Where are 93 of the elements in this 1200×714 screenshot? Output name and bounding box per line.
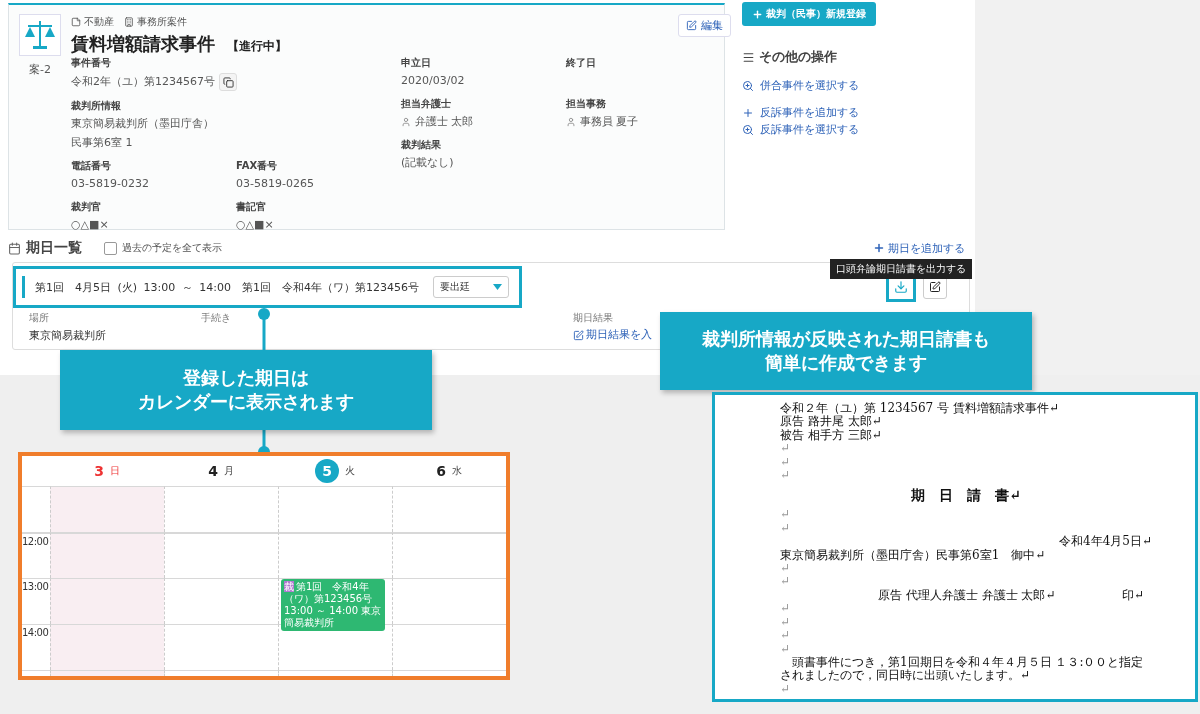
person-icon — [566, 117, 576, 127]
paragraph-mark: ↵ — [780, 508, 791, 522]
calendar-icon — [8, 241, 21, 255]
edit-icon — [686, 20, 697, 31]
day-number[interactable]: 3 — [94, 459, 104, 483]
field-value: (記載なし) — [401, 155, 454, 171]
field-value: 03-5819-0232 — [71, 176, 149, 192]
plus-icon — [742, 106, 754, 119]
document-text: 東京簡易裁判所（墨田庁舎）民事第6室1 御中↵ — [780, 548, 1046, 563]
menu-icon — [742, 50, 755, 64]
caret-icon — [492, 284, 502, 290]
weekday-label: 月 — [223, 464, 234, 478]
paragraph-mark: ↵ — [780, 615, 791, 630]
paragraph-mark: ↵ — [780, 562, 791, 576]
case-tag: 事務所案件 — [124, 15, 187, 29]
detail-label: 場所 — [29, 311, 49, 325]
document-text: 令和２年（ユ）第 1234567 号 賃料増額請求事件↵ — [780, 402, 1059, 416]
result-link[interactable]: 期日結果を入 — [573, 328, 652, 342]
action-link[interactable]: 反訴事件を追加する — [742, 105, 859, 120]
plus-icon — [873, 242, 885, 254]
paragraph-mark: ↵ — [780, 575, 791, 589]
field-label: 事件番号 — [71, 56, 112, 70]
field-value: ○△■× — [71, 217, 109, 233]
document-text: 令和4年4月5日↵ — [1059, 535, 1152, 549]
field-label: 担当事務 — [566, 97, 607, 111]
field-label: 電話番号 — [71, 159, 112, 173]
document-text: 原告 路井尾 太郎↵ — [780, 415, 882, 429]
accent-bar — [22, 276, 25, 298]
callout: 裁判所情報が反映された期日請書も 簡単に作成できます — [660, 312, 1032, 390]
paragraph-mark: ↵ — [780, 455, 791, 470]
action-link[interactable]: 反訴事件を選択する — [742, 122, 859, 137]
field-value: 事務員 夏子 — [580, 114, 639, 130]
field-label: FAX番号 — [236, 159, 279, 173]
section-title: その他の操作 — [759, 48, 837, 66]
edit-button[interactable]: 編集 — [678, 14, 731, 37]
download-icon — [894, 280, 908, 294]
field-value: 2020/03/02 — [401, 73, 465, 89]
paragraph-mark: ↵ — [780, 629, 791, 643]
field-label: 裁判所情報 — [71, 99, 122, 113]
case-tag: 不動産 — [71, 15, 114, 29]
edit-icon — [929, 281, 941, 293]
attendance-select[interactable]: 要出廷 — [432, 276, 509, 298]
weekday-label: 火 — [345, 464, 355, 478]
copy-button[interactable] — [219, 73, 237, 91]
document-text: 頭書事件につき，第1回期日を令和４年４月５日 １３:００と指定されましたので，同日時に出頭いたします。↵ — [780, 655, 1145, 683]
field-value: 03-5819-0265 — [236, 176, 314, 192]
add-link[interactable]: 期日を追加する — [873, 240, 965, 256]
case-id: 案-2 — [29, 62, 51, 77]
search-icon — [742, 79, 754, 92]
detail-value: 東京簡易裁判所 — [29, 328, 106, 343]
callout: 登録した期日は カレンダーに表示されます — [60, 350, 432, 430]
field-label: 裁判官 — [71, 200, 102, 214]
case-status: 【進行中】 — [227, 38, 287, 55]
detail-label: 手続き — [201, 311, 231, 325]
paragraph-mark: ↵ — [780, 442, 791, 456]
document-text: 原告 代理人弁護士 弁護士 太郎↵ — [878, 588, 1056, 603]
paragraph-mark: ↵ — [780, 469, 791, 483]
checkbox[interactable] — [104, 241, 117, 255]
field-value: ○△■× — [236, 217, 274, 233]
action-link[interactable]: 併合事件を選択する — [742, 78, 859, 93]
field-label: 裁判結果 — [401, 138, 442, 152]
field-value: 東京簡易裁判所（墨田庁舎） — [71, 116, 214, 132]
edit-icon — [573, 329, 584, 341]
past-toggle[interactable]: 過去の予定を全て表示 — [104, 241, 222, 255]
copy-icon — [222, 76, 234, 88]
field-value: 令和2年（ユ）第1234567号 — [71, 74, 215, 90]
day-number[interactable]: 6 — [436, 459, 446, 483]
paragraph-mark: ↵ — [780, 521, 791, 536]
plus-icon — [752, 8, 763, 20]
section-title: 期日一覧 — [26, 239, 82, 257]
note-icon — [71, 17, 81, 27]
field-label: 担当弁護士 — [401, 97, 452, 111]
field-value: 弁護士 太郎 — [415, 114, 474, 130]
hearing-text: 第1回 4月5日 (火) 13:00 ～ 14:00 第1回 令和4年（ワ）第123456号 — [35, 279, 419, 295]
field-label: 終了日 — [566, 56, 597, 70]
weekday-label: 水 — [451, 464, 462, 478]
person-icon — [401, 117, 411, 127]
document-title: 期 日 請 書↵ — [911, 486, 1021, 506]
tooltip: 口頭弁論期日請書を出力する — [830, 259, 972, 279]
weekday-label: 日 — [109, 464, 120, 478]
case-title: 賃料増額請求事件 — [71, 32, 215, 56]
field-label: 書記官 — [236, 200, 267, 214]
seal-mark: 印↵ — [1121, 588, 1144, 603]
paragraph-mark: ↵ — [780, 682, 791, 697]
search-icon — [742, 123, 754, 136]
paragraph-mark: ↵ — [780, 642, 791, 656]
detail-label: 期日結果 — [573, 311, 613, 325]
field-value: 民事第6室 1 — [71, 135, 133, 151]
document-text: 被告 相手方 三郎↵ — [780, 428, 882, 443]
building-icon — [124, 17, 134, 27]
day-number[interactable]: 4 — [208, 459, 218, 483]
paragraph-mark: ↵ — [780, 602, 791, 616]
field-label: 申立日 — [401, 56, 432, 70]
